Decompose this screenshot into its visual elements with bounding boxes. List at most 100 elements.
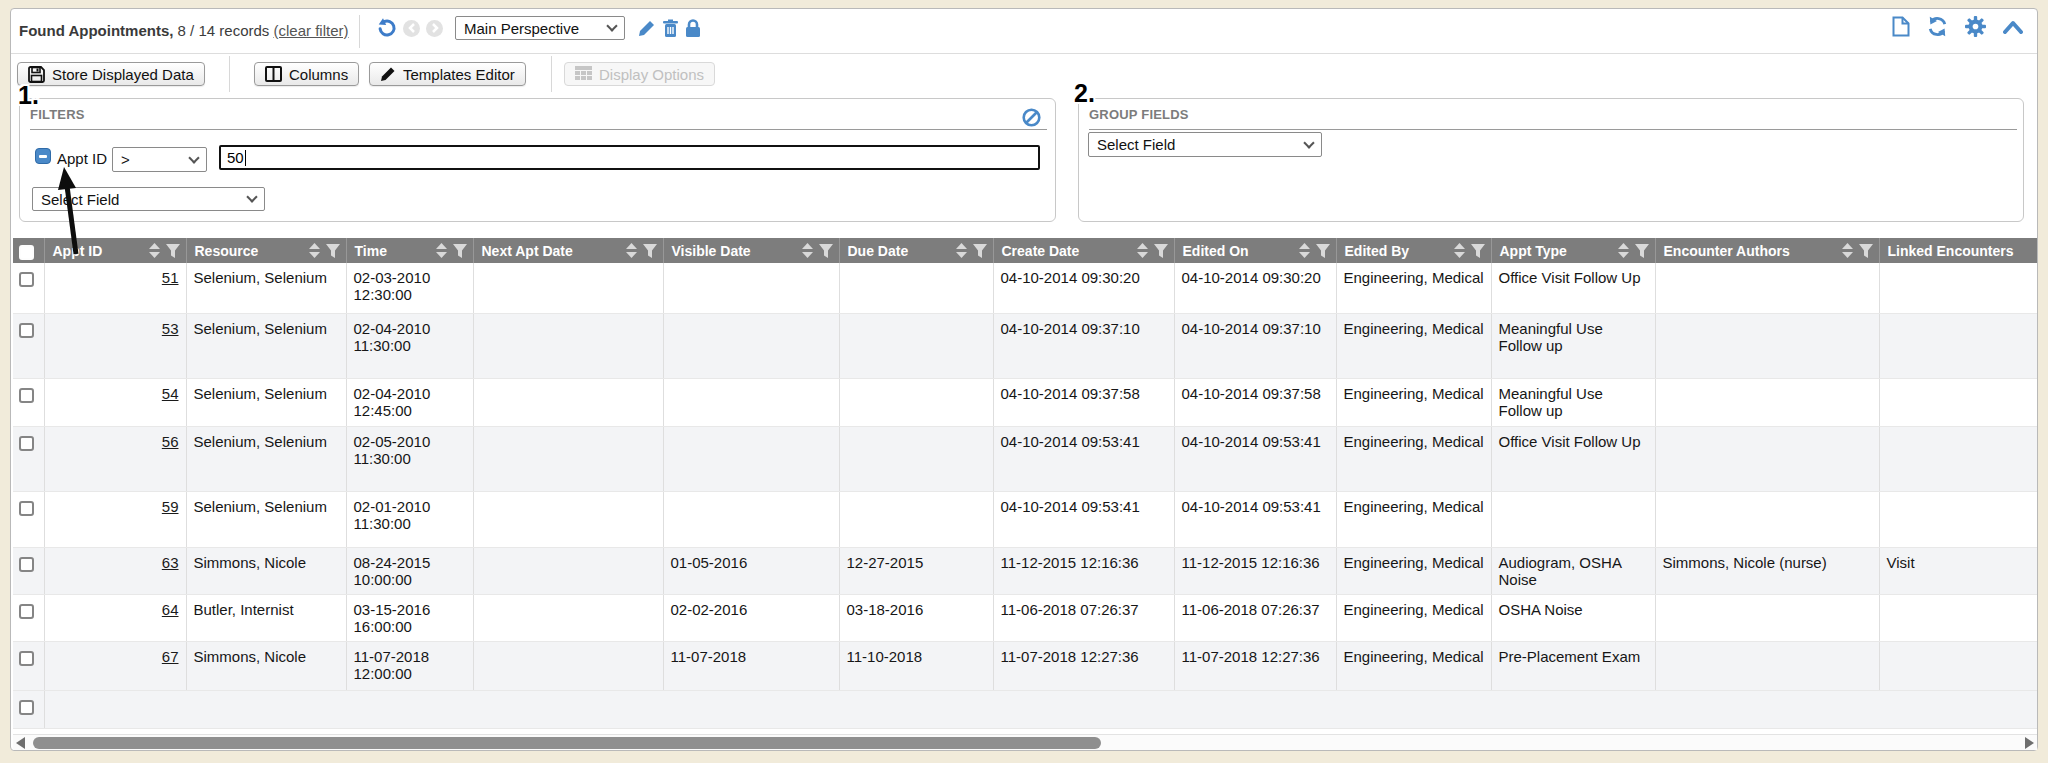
row-checkbox[interactable] [19, 388, 34, 403]
appt-id-link[interactable]: 63 [162, 554, 179, 571]
column-header-create_date[interactable]: Create Date [993, 238, 1174, 263]
group-fields-heading: GROUP FIELDS [1089, 107, 1189, 122]
sort-icon[interactable] [1137, 243, 1148, 258]
column-header-next_apt_date[interactable]: Next Apt Date [473, 238, 663, 263]
cell-id: 59 [44, 491, 186, 547]
delete-perspective-icon[interactable] [662, 19, 679, 38]
scroll-left-arrow[interactable] [16, 737, 25, 749]
column-header-linked_encounters[interactable]: Linked Encounters [1879, 238, 2037, 263]
appt-id-link[interactable]: 54 [162, 385, 179, 402]
filter-funnel-icon[interactable] [819, 244, 833, 258]
select-all-checkbox[interactable] [19, 245, 34, 260]
column-header-encounter_authors[interactable]: Encounter Authors [1655, 238, 1879, 263]
next-perspective-button[interactable] [426, 20, 443, 37]
scrollbar-thumb[interactable] [33, 737, 1101, 749]
sort-icon[interactable] [626, 243, 637, 258]
sort-icon[interactable] [1454, 243, 1465, 258]
store-displayed-data-button[interactable]: Store Displayed Data [17, 62, 205, 86]
column-header-appt_type[interactable]: Appt Type [1491, 238, 1655, 263]
undo-icon[interactable] [377, 18, 397, 38]
lock-icon[interactable] [685, 19, 701, 38]
appt-id-link[interactable]: 67 [162, 648, 179, 665]
filter-funnel-icon[interactable] [1316, 244, 1330, 258]
cell-encounter_authors: Simmons, Nicole (nurse) [1655, 547, 1879, 594]
sort-icon[interactable] [1618, 243, 1629, 258]
prev-perspective-button[interactable] [403, 20, 420, 37]
horizontal-scrollbar[interactable] [13, 734, 2037, 750]
filter-funnel-icon[interactable] [453, 244, 467, 258]
filter-funnel-icon[interactable] [326, 244, 340, 258]
records-count: 8 / 14 records [178, 22, 270, 39]
filter-funnel-icon[interactable] [643, 244, 657, 258]
row-checkbox[interactable] [19, 436, 34, 451]
collapse-icon[interactable] [2003, 20, 2023, 34]
column-header-due_date[interactable]: Due Date [839, 238, 993, 263]
cell-next_apt_date [473, 641, 663, 690]
row-checkbox[interactable] [19, 557, 34, 572]
column-header-edited_on[interactable]: Edited On [1174, 238, 1336, 263]
cell-visible_date [663, 263, 839, 313]
filter-funnel-icon[interactable] [1154, 244, 1168, 258]
group-field-select[interactable]: Select Field [1088, 132, 1322, 157]
row-checkbox[interactable] [19, 651, 34, 666]
filter-funnel-icon[interactable] [1635, 244, 1649, 258]
refresh-icon[interactable] [1927, 16, 1948, 37]
cell-resource: Selenium, Selenium [186, 491, 346, 547]
sort-icon[interactable] [1299, 243, 1310, 258]
cell-linked_encounters [1879, 378, 2037, 426]
new-document-icon[interactable] [1892, 16, 1910, 37]
sort-icon[interactable] [956, 243, 967, 258]
appt-id-link[interactable]: 64 [162, 601, 179, 618]
cell-id: 56 [44, 426, 186, 491]
filter-funnel-icon[interactable] [1471, 244, 1485, 258]
cell-due_date [839, 263, 993, 313]
column-header-edited_by[interactable]: Edited By [1336, 238, 1491, 263]
clear-all-filters-icon[interactable] [1022, 108, 1041, 127]
filter-funnel-icon[interactable] [1859, 244, 1873, 258]
filter-operator-select[interactable]: > [112, 147, 207, 172]
filter-funnel-icon[interactable] [166, 244, 180, 258]
column-header-time[interactable]: Time [346, 238, 473, 263]
appt-id-link[interactable]: 56 [162, 433, 179, 450]
table-row: 54Selenium, Selenium02-04-2010 12:45:000… [13, 378, 2037, 426]
new-row-cells [44, 690, 2037, 728]
edit-perspective-icon[interactable] [637, 19, 656, 38]
cell-edited_on: 04-10-2014 09:37:58 [1174, 378, 1336, 426]
templates-editor-button[interactable]: Templates Editor [369, 62, 526, 86]
add-filter-field-select[interactable]: Select Field [32, 187, 265, 211]
select-all-checkbox-header [13, 238, 44, 263]
column-header-label: Next Apt Date [482, 243, 573, 259]
filter-value-input[interactable]: 50 [219, 145, 1040, 170]
appt-id-link[interactable]: 51 [162, 269, 179, 286]
column-header-label: Time [355, 243, 387, 259]
clear-filter-link[interactable]: (clear filter) [273, 22, 348, 39]
settings-gear-icon[interactable] [1965, 16, 1986, 37]
toolbar-divider [359, 15, 360, 48]
columns-button[interactable]: Columns [254, 62, 359, 86]
row-checkbox[interactable] [19, 323, 34, 338]
row-checkbox[interactable] [19, 700, 34, 715]
sort-icon[interactable] [309, 243, 320, 258]
cell-create_date: 11-12-2015 12:16:36 [993, 547, 1174, 594]
row-checkbox[interactable] [19, 501, 34, 516]
row-checkbox[interactable] [19, 604, 34, 619]
cell-linked_encounters [1879, 491, 2037, 547]
scroll-right-arrow[interactable] [2025, 737, 2034, 749]
display-options-button[interactable]: Display Options [564, 62, 715, 86]
sort-icon[interactable] [1842, 243, 1853, 258]
appt-id-link[interactable]: 53 [162, 320, 179, 337]
column-header-resource[interactable]: Resource [186, 238, 346, 263]
column-header-visible_date[interactable]: Visible Date [663, 238, 839, 263]
cell-create_date: 04-10-2014 09:53:41 [993, 426, 1174, 491]
appt-id-link[interactable]: 59 [162, 498, 179, 515]
sort-icon[interactable] [436, 243, 447, 258]
save-icon [28, 66, 45, 83]
remove-filter-button[interactable] [35, 148, 51, 164]
perspective-select[interactable]: Main Perspective [455, 16, 625, 40]
sort-icon[interactable] [802, 243, 813, 258]
filter-funnel-icon[interactable] [973, 244, 987, 258]
column-header-id[interactable]: Appt ID [44, 238, 186, 263]
row-checkbox[interactable] [19, 272, 34, 287]
row-select-cell [13, 641, 44, 690]
sort-icon[interactable] [149, 243, 160, 258]
